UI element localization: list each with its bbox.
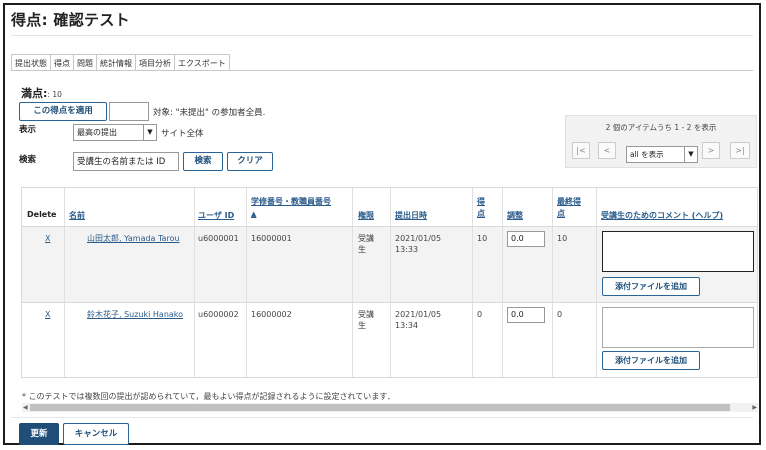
update-button[interactable]: 更新: [19, 423, 59, 445]
user-id: u6000001: [198, 234, 239, 243]
pager-info: 2 個のアイテムうち 1 - 2 を表示: [605, 123, 717, 132]
col-divider: [502, 188, 503, 377]
page-title: 得点: 確認テスト: [11, 11, 130, 29]
pager-first-button[interactable]: |<: [572, 142, 590, 159]
header-student-no-label: 学修番号・教職員番号: [251, 197, 331, 206]
cancel-button[interactable]: キャンセル: [63, 423, 129, 445]
final-score: 0: [557, 310, 563, 319]
student-name-link[interactable]: 山田太郎, Yamada Tarou: [69, 233, 189, 244]
view-label: 表示: [19, 125, 37, 135]
delete-link[interactable]: X: [45, 233, 50, 244]
clear-button[interactable]: クリア: [227, 152, 273, 171]
row-divider: [22, 302, 757, 303]
col-divider: [352, 188, 353, 377]
col-divider: [596, 188, 597, 377]
final-score: 10: [557, 234, 568, 243]
tab-submission-status[interactable]: 提出状態: [11, 54, 50, 71]
header-final[interactable]: 最終得点: [557, 196, 587, 220]
score: 10: [477, 234, 488, 243]
header-delete: Delete: [27, 210, 57, 219]
search-label: 検索: [19, 155, 37, 165]
delete-link[interactable]: X: [45, 309, 50, 320]
header-submitted[interactable]: 提出日時: [395, 210, 427, 221]
tab-bar: 提出状態 得点 問題 統計情報 項目分析 エクスポート: [11, 54, 230, 71]
sort-ascending-icon: ▲: [251, 210, 257, 218]
dropdown-arrow-icon: ▼: [684, 147, 697, 162]
title-divider: [11, 35, 753, 36]
pager: 2 個のアイテムうち 1 - 2 を表示 |< < all を表示 ▼ > >|: [565, 115, 757, 168]
pager-prev-button[interactable]: <: [598, 142, 616, 159]
col-divider: [390, 188, 391, 377]
student-name-link[interactable]: 鈴木花子, Suzuki Hanako: [69, 309, 189, 320]
view-select-value: 最高の提出: [77, 128, 117, 137]
max-points-value: : 10: [47, 90, 62, 99]
view-select[interactable]: 最高の提出 ▼: [73, 124, 157, 141]
header-name[interactable]: 名前: [69, 210, 85, 221]
page-frame: 得点: 確認テスト 提出状態 得点 問題 統計情報 項目分析 エクスポート 満点…: [3, 3, 761, 445]
view-scope: サイト全体: [161, 129, 204, 139]
tab-statistics[interactable]: 統計情報: [96, 54, 135, 71]
comment-textarea[interactable]: [602, 231, 754, 272]
pager-next-button[interactable]: >: [702, 142, 720, 159]
horizontal-scrollbar[interactable]: ◀ ▶: [22, 403, 758, 412]
page-size-value: all を表示: [630, 150, 664, 159]
header-score[interactable]: 得点: [477, 196, 491, 220]
student-no: 16000001: [251, 234, 292, 243]
col-divider: [64, 188, 65, 377]
apply-score-button[interactable]: この得点を適用: [19, 102, 107, 121]
tab-item-analysis[interactable]: 項目分析: [135, 54, 174, 71]
user-id: u6000002: [198, 310, 239, 319]
scores-table: Delete 名前 ユーザ ID 学修番号・教職員番号 ▲ 権限 提出日時 得点…: [21, 187, 758, 378]
score: 0: [477, 310, 483, 319]
search-button[interactable]: 検索: [183, 152, 223, 171]
role: 受講生: [358, 310, 374, 330]
row-divider: [22, 226, 757, 227]
col-divider: [552, 188, 553, 377]
tab-questions[interactable]: 問題: [73, 54, 96, 71]
role: 受講生: [358, 234, 374, 254]
header-comment-label: 受講生のためのコメント: [601, 211, 689, 220]
header-adjust[interactable]: 調整: [507, 210, 523, 221]
max-points: 満点:: 10: [21, 85, 62, 101]
help-link[interactable]: (ヘルプ): [692, 211, 723, 220]
search-input[interactable]: 受講生の名前または ID: [73, 152, 179, 171]
col-divider: [472, 188, 473, 377]
dropdown-arrow-icon: ▼: [143, 125, 156, 140]
header-comment[interactable]: 受講生のためのコメント (ヘルプ): [601, 210, 723, 221]
submitted-at: 2021/01/05 13:33: [395, 234, 442, 254]
header-user-id[interactable]: ユーザ ID: [198, 210, 234, 221]
header-role[interactable]: 権限: [358, 210, 374, 221]
apply-score-input[interactable]: [109, 102, 149, 121]
max-points-label: 満点:: [21, 87, 48, 100]
footnote: * このテストでは複数回の提出が認められていて，最もよい得点が記録されるように設…: [22, 392, 395, 401]
student-no: 16000002: [251, 310, 292, 319]
adjust-input[interactable]: 0.0: [507, 307, 545, 323]
col-divider: [246, 188, 247, 377]
tab-export[interactable]: エクスポート: [174, 54, 230, 71]
actions-divider: [11, 417, 753, 418]
comment-textarea[interactable]: [602, 307, 754, 348]
scroll-left-icon[interactable]: ◀: [23, 403, 28, 412]
tab-scores[interactable]: 得点: [50, 54, 73, 71]
add-attachment-button[interactable]: 添付ファイルを追加: [602, 277, 700, 296]
submitted-at: 2021/01/05 13:34: [395, 310, 442, 330]
pager-last-button[interactable]: >|: [730, 142, 750, 159]
header-student-no[interactable]: 学修番号・教職員番号 ▲: [251, 196, 349, 220]
apply-score-target: 対象: "未提出" の参加者全員.: [153, 108, 266, 118]
scroll-right-icon[interactable]: ▶: [752, 403, 757, 412]
col-divider: [194, 188, 195, 377]
page-size-select[interactable]: all を表示 ▼: [626, 146, 698, 163]
add-attachment-button[interactable]: 添付ファイルを追加: [602, 351, 700, 370]
adjust-input[interactable]: 0.0: [507, 231, 545, 247]
scrollbar-thumb[interactable]: [30, 404, 730, 411]
tabs-divider: [11, 70, 753, 71]
